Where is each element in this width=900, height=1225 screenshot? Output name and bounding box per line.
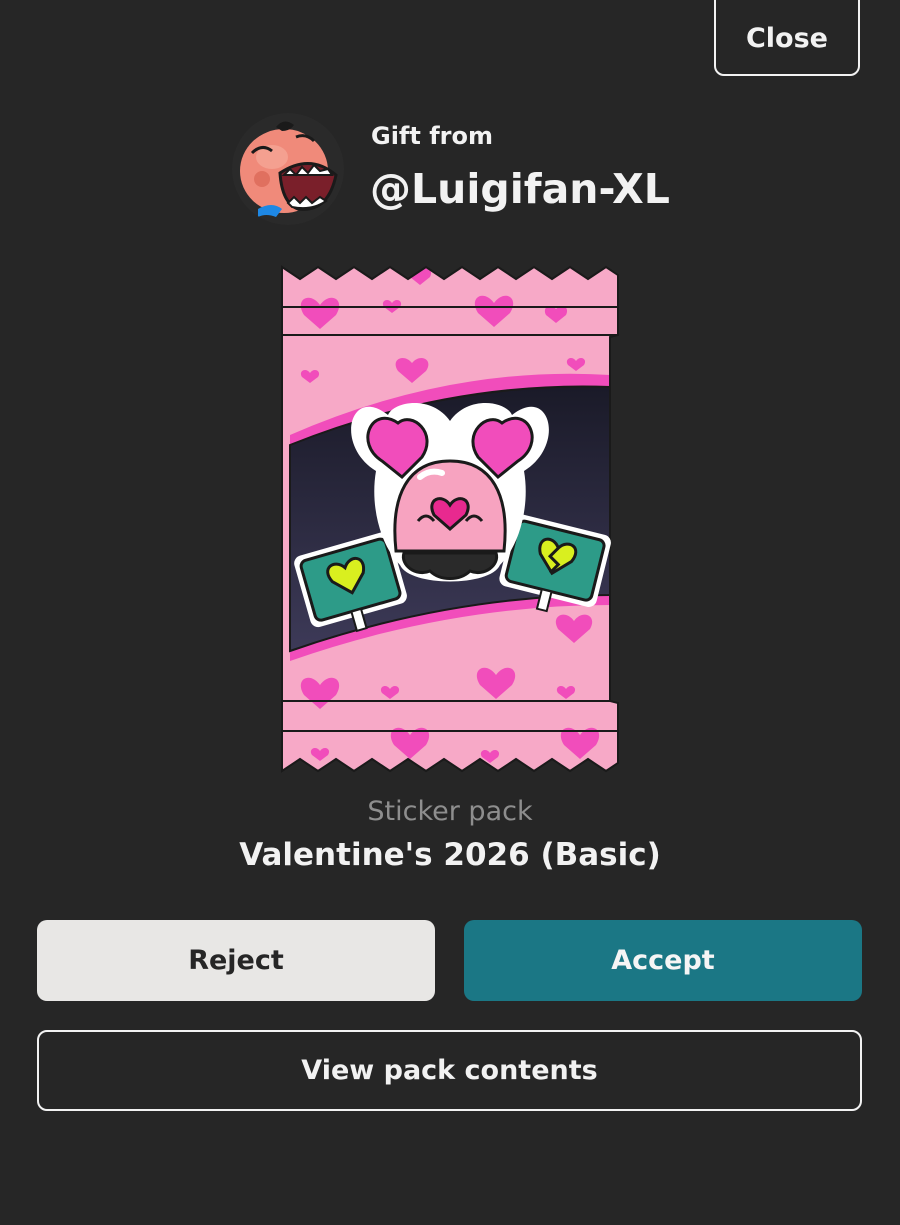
- pack-type-label: Sticker pack: [367, 796, 533, 827]
- close-button[interactable]: Close: [714, 0, 860, 76]
- sender-username[interactable]: @Luigifan-XL: [370, 165, 670, 213]
- sticker-pack-image[interactable]: [280, 265, 620, 773]
- gift-from-label: Gift from: [371, 122, 493, 150]
- reject-button[interactable]: Reject: [37, 920, 435, 1001]
- sticker-pack-icon: [281, 265, 619, 773]
- sender-avatar[interactable]: [232, 113, 344, 225]
- gift-sender: Gift from @Luigifan-XL: [232, 113, 692, 228]
- accept-button[interactable]: Accept: [464, 920, 862, 1001]
- pack-name: Valentine's 2026 (Basic): [239, 837, 661, 873]
- view-pack-contents-button[interactable]: View pack contents: [37, 1030, 862, 1111]
- laughing-character-icon: [232, 113, 344, 225]
